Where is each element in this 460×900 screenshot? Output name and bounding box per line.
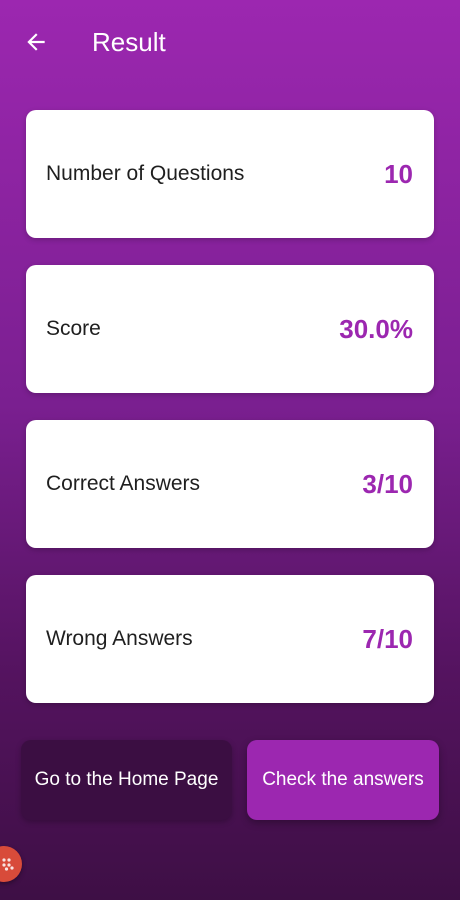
- back-button[interactable]: [18, 24, 54, 60]
- floating-action-button[interactable]: [0, 846, 22, 882]
- check-answers-button[interactable]: Check the answers: [247, 740, 439, 820]
- card-correct-answers: Correct Answers 3/10: [26, 420, 434, 548]
- card-label: Score: [46, 317, 101, 340]
- page-title: Result: [92, 27, 166, 57]
- go-home-button[interactable]: Go to the Home Page: [21, 740, 232, 820]
- card-value: 7/10: [362, 623, 413, 654]
- card-value: 30.0%: [339, 313, 413, 344]
- card-label: Wrong Answers: [46, 627, 193, 650]
- card-wrong-answers: Wrong Answers 7/10: [26, 575, 434, 703]
- card-label: Number of Questions: [46, 162, 245, 185]
- card-label: Correct Answers: [46, 472, 201, 495]
- card-value: 10: [384, 158, 413, 189]
- app-bar: Result: [0, 0, 460, 82]
- card-number-of-questions: Number of Questions 10: [26, 110, 434, 238]
- card-score: Score 30.0%: [26, 265, 434, 393]
- card-value: 3/10: [362, 468, 413, 499]
- grid-dots-icon: [2, 858, 14, 871]
- arrow-left-icon: [27, 33, 45, 51]
